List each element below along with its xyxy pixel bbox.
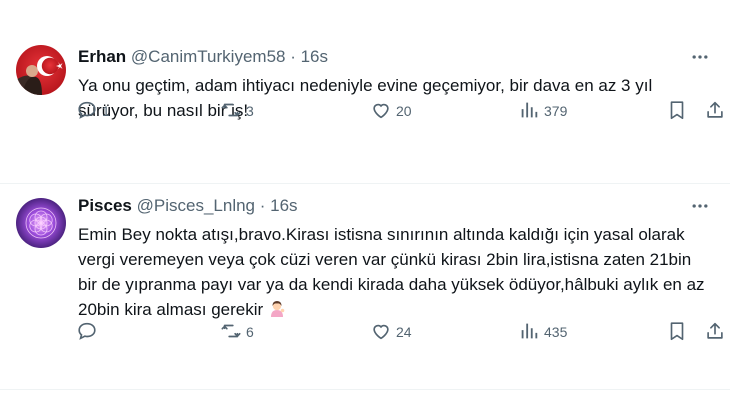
views-button[interactable]: 435 bbox=[518, 320, 567, 345]
share-button[interactable] bbox=[704, 320, 726, 345]
reply-button[interactable] bbox=[76, 320, 102, 345]
tweet-text: Emin Bey nokta atışı,bravo.Kirası istisn… bbox=[78, 222, 714, 322]
reply-icon bbox=[76, 99, 98, 124]
repost-button[interactable]: 6 bbox=[220, 320, 254, 345]
handle[interactable]: @Pisces_Lnlng bbox=[137, 196, 255, 215]
timestamp[interactable]: 16s bbox=[270, 196, 297, 215]
timestamp[interactable]: 16s bbox=[301, 47, 328, 66]
repost-button[interactable]: 3 bbox=[220, 99, 254, 124]
like-count: 24 bbox=[396, 324, 412, 340]
bar-chart-icon bbox=[518, 99, 540, 124]
display-name[interactable]: Pisces bbox=[78, 196, 132, 215]
tweet[interactable]: Pisces @Pisces_Lnlng · 16s Emin Bey nokt… bbox=[0, 184, 730, 390]
reply-button[interactable]: 1 bbox=[76, 99, 110, 124]
share-icon bbox=[704, 99, 726, 124]
bookmark-button[interactable] bbox=[666, 99, 688, 124]
like-count: 20 bbox=[396, 103, 412, 119]
bookmark-button[interactable] bbox=[666, 320, 688, 345]
bar-chart-icon bbox=[518, 320, 540, 345]
views-count: 379 bbox=[544, 103, 568, 119]
like-button[interactable]: 20 bbox=[370, 99, 412, 124]
repost-icon bbox=[220, 320, 242, 345]
avatar[interactable] bbox=[16, 198, 66, 248]
tweet-header: Erhan @CanimTurkiyem58 · 16s bbox=[78, 46, 714, 68]
more-horizontal-icon[interactable] bbox=[686, 195, 714, 217]
bookmark-icon bbox=[666, 320, 688, 345]
heart-icon bbox=[370, 99, 392, 124]
repost-icon bbox=[220, 99, 242, 124]
views-count: 435 bbox=[544, 324, 568, 340]
action-bar: 1 3 20 379 bbox=[0, 99, 730, 123]
separator: · bbox=[255, 196, 271, 215]
repost-count: 3 bbox=[246, 103, 254, 119]
tweet-text-content: Emin Bey nokta atışı,bravo.Kirası istisn… bbox=[78, 225, 705, 319]
handle[interactable]: @CanimTurkiyem58 bbox=[131, 47, 286, 66]
bookmark-icon bbox=[666, 99, 688, 124]
separator: · bbox=[285, 47, 301, 66]
repost-count: 6 bbox=[246, 324, 254, 340]
share-button[interactable] bbox=[704, 99, 726, 124]
more-horizontal-icon[interactable] bbox=[686, 46, 714, 68]
avatar[interactable] bbox=[16, 45, 66, 95]
reply-icon bbox=[76, 320, 98, 345]
display-name[interactable]: Erhan bbox=[78, 47, 126, 66]
share-icon bbox=[704, 320, 726, 345]
like-button[interactable]: 24 bbox=[370, 320, 412, 345]
tweet[interactable]: Erhan @CanimTurkiyem58 · 16s Ya onu geçt… bbox=[0, 0, 730, 184]
heart-icon bbox=[370, 320, 392, 345]
reply-count: 1 bbox=[102, 103, 110, 119]
views-button[interactable]: 379 bbox=[518, 99, 567, 124]
woman-tipping-hand-emoji bbox=[268, 299, 286, 317]
action-bar: 6 24 435 bbox=[0, 320, 730, 344]
tweet-header: Pisces @Pisces_Lnlng · 16s bbox=[78, 195, 714, 217]
